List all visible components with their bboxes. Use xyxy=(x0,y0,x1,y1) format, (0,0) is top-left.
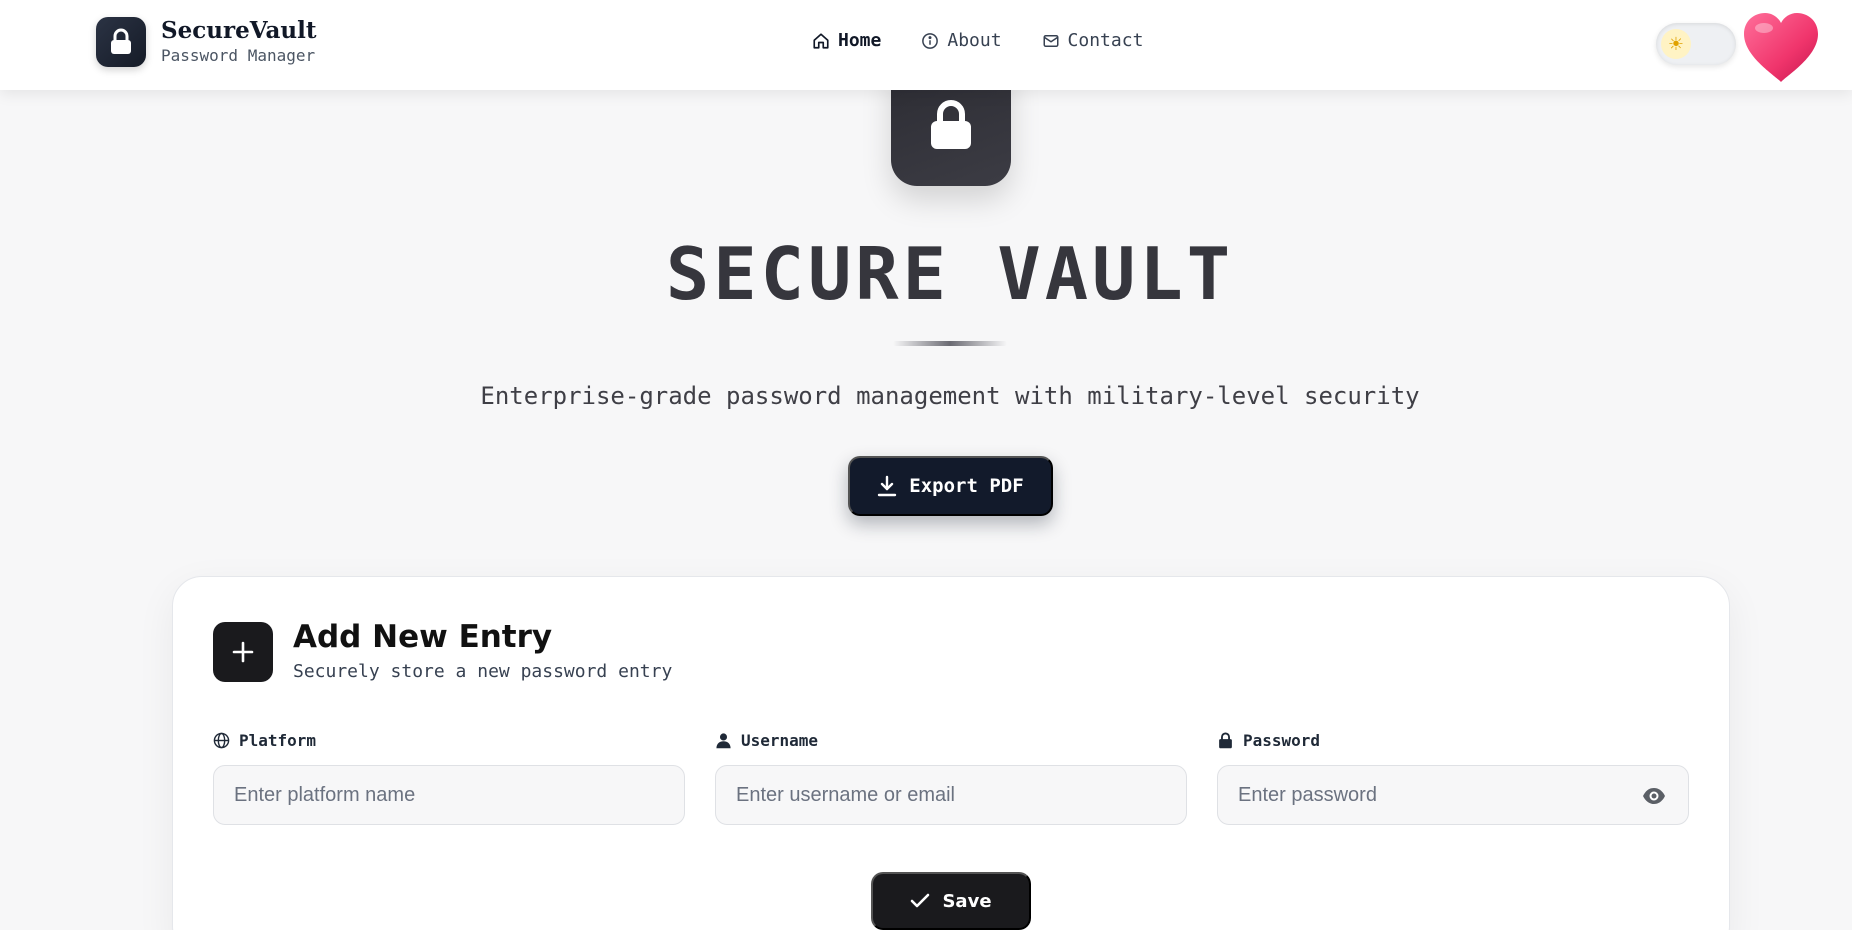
user-icon xyxy=(716,732,731,748)
top-navbar: SecureVault Password Manager Home About … xyxy=(0,0,1852,90)
download-icon xyxy=(878,475,897,497)
brand-title: SecureVault xyxy=(161,17,317,44)
add-entry-card: Add New Entry Securely store a new passw… xyxy=(172,576,1730,930)
save-button[interactable]: Save xyxy=(871,872,1031,930)
sun-icon: ☀ xyxy=(1661,29,1691,59)
lock-icon xyxy=(1219,732,1232,748)
nav-about-label: About xyxy=(947,30,1002,51)
password-input[interactable] xyxy=(1218,766,1688,824)
mail-icon xyxy=(1043,34,1059,47)
save-label: Save xyxy=(942,890,992,912)
password-field: Password xyxy=(1217,729,1689,825)
theme-toggle[interactable]: ☀ xyxy=(1656,23,1736,65)
card-subtitle: Securely store a new password entry xyxy=(293,661,673,682)
info-icon xyxy=(922,32,939,49)
check-icon xyxy=(911,893,930,908)
main-nav: Home About Contact xyxy=(812,30,1183,51)
platform-input[interactable] xyxy=(214,766,684,824)
hero-title: SECURE VAULT xyxy=(665,232,1235,316)
plus-icon xyxy=(213,622,273,682)
username-label: Username xyxy=(741,730,819,750)
nav-home-link[interactable]: Home xyxy=(812,30,881,51)
username-field: Username xyxy=(715,729,1187,825)
nav-contact-link[interactable]: Contact xyxy=(1042,30,1144,51)
eye-icon[interactable] xyxy=(1642,785,1666,807)
card-title: Add New Entry xyxy=(293,619,553,655)
lock-icon xyxy=(96,17,146,67)
password-label: Password xyxy=(1243,730,1321,750)
platform-label: Platform xyxy=(239,730,317,750)
hero-subtitle: Enterprise-grade password management wit… xyxy=(480,382,1420,410)
nav-about-link[interactable]: About xyxy=(921,30,1002,51)
home-icon xyxy=(813,32,829,49)
brand[interactable]: SecureVault Password Manager xyxy=(96,17,316,67)
hero-divider xyxy=(893,341,1007,346)
username-input[interactable] xyxy=(716,766,1186,824)
export-pdf-button[interactable]: Export PDF xyxy=(848,456,1053,516)
nav-contact-label: Contact xyxy=(1067,30,1144,51)
brand-subtitle: Password Manager xyxy=(161,46,316,65)
export-pdf-label: Export PDF xyxy=(909,475,1024,497)
globe-icon xyxy=(213,732,230,748)
platform-field: Platform xyxy=(213,729,685,825)
heart-icon[interactable] xyxy=(1740,10,1822,84)
nav-home-label: Home xyxy=(838,30,882,51)
